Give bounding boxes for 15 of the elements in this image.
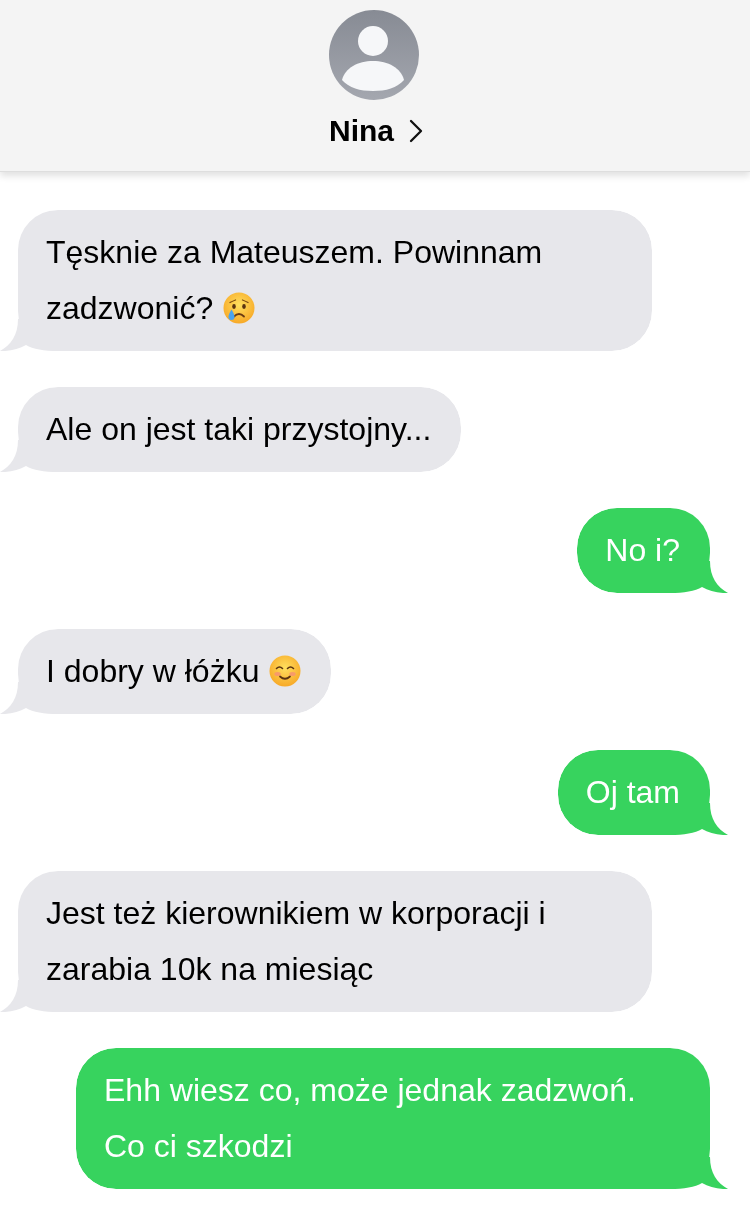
message-text: Ale on jest taki przystojny... xyxy=(46,411,432,447)
message-text: Co ci szkodzi xyxy=(104,1128,293,1164)
message-text: zadzwonić? xyxy=(46,290,214,326)
chevron-right-icon xyxy=(409,119,423,143)
message-text: Ehh wiesz co, może jednak zadzwoń. xyxy=(104,1072,636,1108)
crying-face-icon xyxy=(223,292,256,324)
message-text: No i? xyxy=(605,532,680,568)
contact-name-button[interactable]: Nina xyxy=(329,112,423,150)
message-text: Tęsknie za Mateuszem. Powinnam xyxy=(46,234,543,270)
message-text: zarabia 10k na miesiąc xyxy=(46,951,374,987)
smiling-face-icon xyxy=(269,655,302,687)
avatar-icon xyxy=(329,10,419,100)
message-text: Oj tam xyxy=(585,774,680,810)
message-text: I dobry w łóżku xyxy=(46,653,260,689)
message-text: Jest też kierownikiem w korporacji i xyxy=(46,895,546,931)
